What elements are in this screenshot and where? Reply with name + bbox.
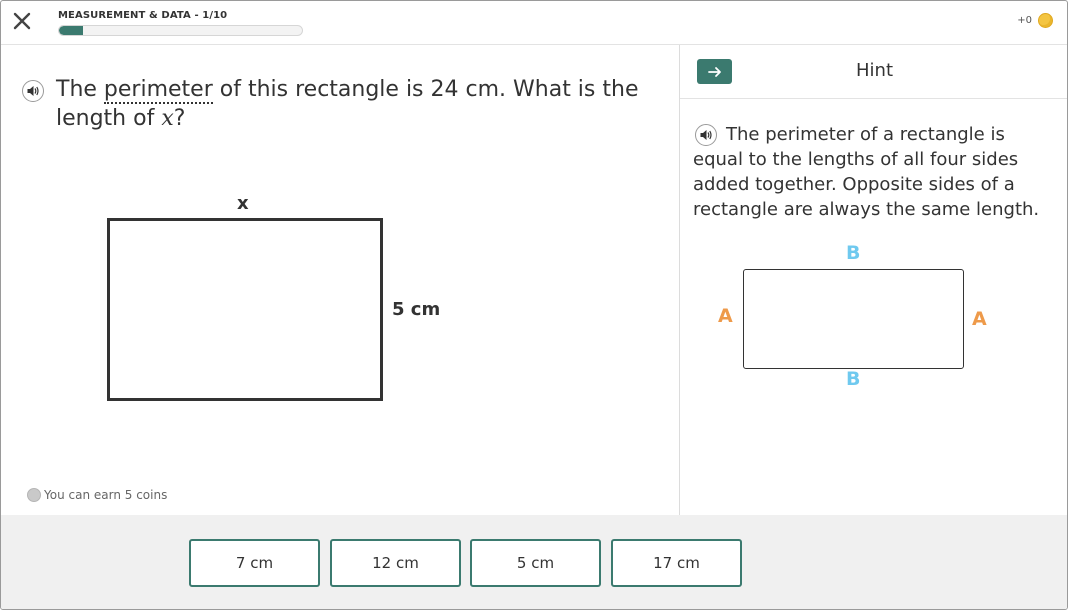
answer-choice[interactable]: 12 cm (330, 539, 461, 587)
coin-icon (27, 488, 41, 502)
hint-text: The perimeter of a rectangle is equal to… (693, 124, 1040, 220)
question-text: The perimeter of this rectangle is 24 cm… (56, 75, 656, 133)
arrow-right-icon[interactable] (697, 59, 732, 84)
vocab-word-perimeter[interactable]: perimeter (103, 77, 213, 104)
top-bar: MEASUREMENT & DATA - 1/10 +0 (1, 1, 1067, 45)
hint-title: Hint (856, 60, 894, 81)
coins-counter: +0 (1017, 13, 1053, 28)
coins-count: +0 (1017, 15, 1032, 26)
question-text-part: ? (173, 106, 186, 131)
hint-label-left: A (718, 305, 733, 327)
hint-panel: Hint The perimeter of a rectangle is equ… (680, 45, 1067, 515)
exercise-window: MEASUREMENT & DATA - 1/10 +0 The perimet… (0, 0, 1068, 610)
answer-choice[interactable]: 7 cm (189, 539, 320, 587)
hint-label-right: A (972, 308, 987, 330)
question-text-part: The (56, 77, 104, 102)
hint-label-top: B (846, 242, 861, 264)
earn-coins-note: You can earn 5 coins (27, 488, 167, 502)
answer-choice[interactable]: 5 cm (470, 539, 601, 587)
section-title: MEASUREMENT & DATA - 1/10 (58, 10, 228, 21)
progress-fill (59, 26, 84, 35)
speaker-icon[interactable] (22, 80, 44, 102)
rectangle-figure (107, 218, 383, 401)
answer-area: 7 cm 12 cm 5 cm 17 cm (1, 515, 1067, 609)
variable-x: x (161, 106, 174, 131)
hint-rectangle-figure (743, 269, 964, 369)
earn-coins-text: You can earn 5 coins (44, 488, 168, 502)
figure-top-label: x (237, 193, 249, 214)
figure-side-label: 5 cm (392, 299, 441, 320)
hint-header: Hint (680, 45, 1067, 99)
close-icon[interactable] (11, 10, 33, 32)
coin-icon (1038, 13, 1053, 28)
progress-bar (58, 25, 303, 36)
answer-choice[interactable]: 17 cm (611, 539, 742, 587)
hint-label-bottom: B (846, 368, 861, 390)
question-panel: The perimeter of this rectangle is 24 cm… (1, 45, 679, 515)
